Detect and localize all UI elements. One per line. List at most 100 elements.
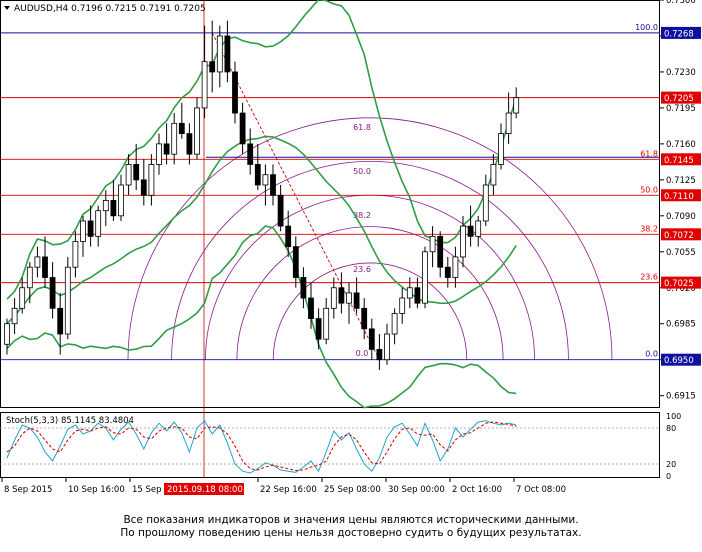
candle-body (338, 287, 345, 304)
candle-body (133, 164, 140, 181)
candle (26, 262, 33, 304)
candle-body (505, 112, 512, 135)
candle (140, 159, 147, 206)
main-panel-frame (0, 0, 660, 408)
candle-body (444, 266, 451, 278)
candle-body (209, 61, 216, 73)
x-tick-label: 22 Sep 16:00 (260, 485, 317, 495)
price-chart: 0.73000.72650.72300.71950.71600.71250.70… (0, 0, 701, 495)
candle-body (399, 297, 406, 314)
candle (270, 164, 276, 206)
candle (422, 246, 428, 309)
candle-body (216, 35, 223, 73)
y-tick-label: 0.7160 (666, 140, 696, 150)
candle-body (19, 287, 26, 309)
candle (330, 277, 337, 319)
fib-level-label: 50.0 (640, 185, 658, 194)
y-tick-label: 0.7090 (666, 212, 696, 222)
fib-arc-label: 61.8 (353, 123, 371, 132)
y-tick-label: 0.7195 (666, 104, 696, 114)
candle-body (224, 35, 231, 73)
candle-body (346, 292, 352, 304)
fib-level-label: 23.6 (640, 273, 658, 282)
symbol-dropdown-icon (4, 6, 10, 10)
candle (391, 308, 398, 345)
x-tick-label: 10 Sep 16:00 (68, 485, 125, 495)
candle (87, 205, 94, 247)
disclaimer-line-1: Все показания индикаторов и значения цен… (123, 514, 579, 526)
candle-body (254, 164, 261, 186)
candle-body (467, 225, 474, 237)
candle (444, 256, 451, 288)
y-tick-label: 0.6915 (666, 392, 696, 402)
price-level-tag-text: 0.7110 (664, 192, 694, 202)
y-tick-label: 0.7230 (666, 68, 696, 78)
candle-body (353, 292, 360, 309)
candle-body (391, 313, 398, 335)
candle (118, 174, 124, 221)
candle-body (11, 307, 18, 325)
candle (482, 174, 489, 227)
candle-body (87, 220, 94, 237)
candle-body (72, 241, 79, 268)
candle (156, 133, 162, 175)
stoch-signal-line (6, 421, 517, 472)
candle-body (368, 328, 375, 350)
stoch-main-line (6, 420, 517, 474)
candle-body (384, 333, 390, 361)
candle-body (498, 133, 504, 165)
candle (95, 205, 102, 247)
candle (490, 154, 497, 196)
x-tick-label: 30 Sep 00:00 (388, 485, 445, 495)
candle-body (308, 297, 314, 319)
candle-body (277, 194, 284, 227)
candle-body (4, 323, 10, 345)
candle (254, 143, 261, 191)
candle-body (475, 220, 482, 237)
candle (224, 20, 231, 83)
disclaimer-line-2: По прошлому поведению цены нельзя достов… (120, 527, 582, 539)
candle-body (26, 266, 33, 289)
candle (186, 123, 193, 165)
candle (505, 92, 512, 144)
candle-body (315, 318, 322, 340)
candle (338, 272, 345, 314)
candle-body (156, 143, 162, 165)
fib-arc-label: 0.0 (356, 349, 369, 358)
y-tick-label: 0.6985 (666, 320, 696, 330)
candle-body (262, 174, 269, 186)
candle-body (330, 287, 337, 309)
candle (247, 128, 254, 175)
candle (34, 246, 41, 278)
y-tick-label: 0.7125 (666, 176, 696, 186)
fib-arc-label: 23.6 (353, 265, 371, 274)
candle-body (513, 97, 520, 114)
candle-body (49, 277, 56, 309)
candle-body (201, 61, 208, 109)
candle (429, 226, 436, 268)
candle (201, 25, 208, 119)
candle-body (361, 307, 368, 330)
candle (110, 179, 117, 221)
candle-body (194, 107, 200, 155)
candle (346, 282, 352, 324)
candle-body (482, 184, 489, 222)
candle-body (140, 179, 147, 196)
candle (406, 277, 413, 309)
candle (178, 102, 185, 139)
candle (239, 102, 246, 155)
candle (384, 323, 390, 365)
candle (49, 262, 56, 319)
x-tick-label: 25 Sep 08:00 (324, 485, 381, 495)
candle (292, 236, 299, 288)
candle (498, 123, 504, 170)
candle (368, 318, 375, 360)
candle (513, 87, 520, 119)
candle (262, 164, 269, 206)
x-tick-label: 15 Sep (132, 485, 162, 495)
candle (300, 267, 307, 309)
candle-body (95, 210, 102, 237)
stoch-tick-label: 0 (666, 472, 671, 481)
candle-body (102, 200, 109, 212)
x-tick-label: 2 Oct 16:00 (452, 485, 502, 495)
